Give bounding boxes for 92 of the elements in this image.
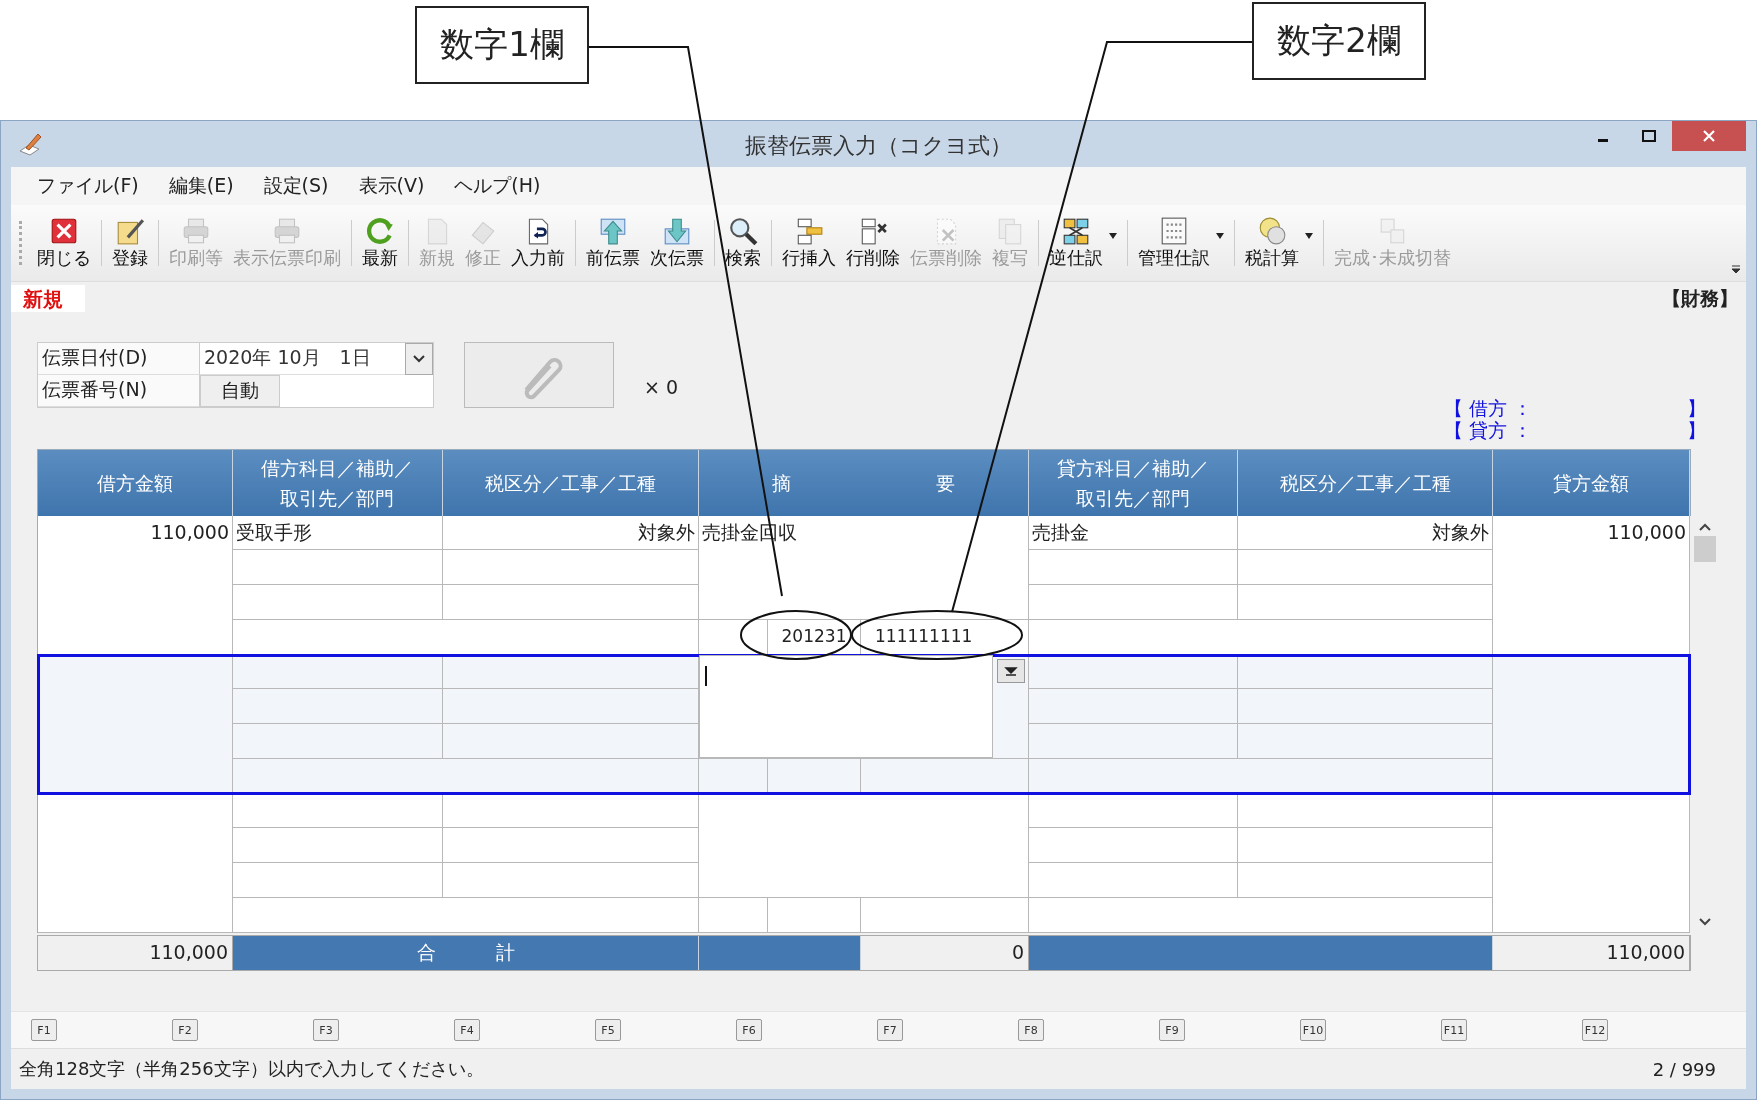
bracket: 】 (1687, 419, 1706, 441)
close-icon (1702, 129, 1716, 143)
column-header: 貸方科目／補助／取引先／部門 (1056, 456, 1210, 511)
page-counter: 2 / 999 (1652, 1058, 1716, 1080)
dropdown-button[interactable] (405, 343, 433, 375)
caret-icon[interactable] (1215, 232, 1225, 240)
mode-label: 新規 (11, 285, 85, 312)
callout-label: 数字1欄 (415, 6, 589, 84)
table-cell (699, 898, 768, 933)
function-key[interactable]: F8 (1018, 1019, 1044, 1042)
number-field[interactable]: 自動 (200, 375, 280, 407)
dropdown-icon (1003, 665, 1018, 677)
close-icon (49, 216, 79, 246)
toolbar-button[interactable]: 登録 (107, 214, 153, 272)
menu-item[interactable]: 編集(E) (158, 171, 244, 201)
scroll-up-icon[interactable] (1698, 522, 1712, 532)
function-key[interactable]: F9 (1159, 1019, 1185, 1042)
pencil-icon (17, 131, 43, 157)
menu-item[interactable]: ファイル(F) (27, 171, 149, 201)
column-header: 要 (936, 471, 956, 496)
scrollbar-thumb[interactable] (1694, 536, 1716, 562)
field-label: 伝票番号(N) (38, 375, 200, 407)
total-cell: 110,000 (1493, 936, 1690, 970)
menu-item[interactable]: 表示(V) (348, 171, 435, 201)
up-arrow-icon (598, 216, 628, 246)
column-header: 税区分／工事／工種 (485, 471, 656, 496)
function-key[interactable]: F11 (1441, 1019, 1467, 1042)
toolbar-button[interactable]: 管理仕訳 (1133, 214, 1215, 272)
toolbar-button[interactable]: 入力前 (506, 214, 570, 272)
total-label: 計 (495, 940, 515, 965)
swap-icon (1061, 216, 1091, 246)
callout-label: 数字2欄 (1252, 2, 1426, 80)
bracket: 【 (1444, 419, 1463, 441)
summary-field[interactable] (699, 655, 993, 758)
function-key[interactable]: F6 (736, 1019, 762, 1042)
table-cell: 売掛金 (1029, 516, 1238, 550)
coins-icon (1257, 216, 1287, 246)
column-header: 税区分／工事／工種 (1279, 471, 1451, 496)
minimize-icon (1598, 138, 1608, 142)
menu-item[interactable]: 設定(S) (253, 171, 339, 201)
attachment-count: × 0 (644, 376, 679, 400)
total-label: 合 (416, 940, 436, 965)
column-header: 借方科目／補助／取引先／部門 (260, 456, 415, 511)
table-cell: 対象外 (1238, 516, 1493, 550)
toolbar-button[interactable]: 閉じる (32, 214, 96, 272)
maximize-icon (1642, 130, 1656, 142)
toolbar-button[interactable]: 行削除 (841, 214, 905, 272)
text-cursor (705, 666, 707, 686)
journal-entry[interactable] (38, 655, 1690, 794)
column-header: 摘 (771, 471, 791, 496)
checklist-icon (1159, 216, 1189, 246)
toolbar-button[interactable]: 次伝票 (645, 214, 709, 272)
column-header: 借方金額 (97, 471, 173, 496)
toolbar-button[interactable]: 税計算 (1240, 214, 1304, 272)
bracket: 【 (1444, 397, 1463, 419)
table-cell: 対象外 (443, 516, 699, 550)
chevron-down-icon (412, 354, 426, 364)
toolbar-button[interactable]: 検索 (720, 214, 766, 272)
menu-item[interactable]: ヘルプ(H) (444, 171, 551, 201)
toolbar-button[interactable]: 前伝票 (581, 214, 645, 272)
overflow-icon[interactable] (1730, 263, 1742, 275)
notepad-pencil-icon (115, 216, 145, 246)
caret-icon[interactable] (1108, 232, 1118, 240)
window-title: 振替伝票入力（コクヨ式） (745, 133, 1012, 158)
function-key[interactable]: F7 (877, 1019, 903, 1042)
scroll-down-icon[interactable] (1698, 917, 1712, 927)
function-key[interactable]: F5 (595, 1019, 621, 1042)
printer-icon (272, 216, 302, 246)
caret-icon[interactable] (1304, 232, 1314, 240)
balance-label: 貸方 ： (1469, 419, 1533, 441)
division-label: 【財務】 (1662, 285, 1738, 311)
function-key[interactable]: F12 (1582, 1019, 1608, 1042)
function-key[interactable]: F10 (1300, 1019, 1326, 1042)
down-arrow-icon (662, 216, 692, 246)
column-header: 貸方金額 (1553, 471, 1629, 496)
field-label: 伝票日付(D) (38, 343, 200, 375)
function-key[interactable]: F1 (31, 1019, 57, 1042)
function-key[interactable]: F3 (313, 1019, 339, 1042)
refresh-icon (365, 216, 395, 246)
function-key[interactable]: F2 (172, 1019, 198, 1042)
dropdown-button[interactable] (996, 659, 1025, 683)
close-button[interactable] (1672, 121, 1746, 151)
status-message: 全角128文字（半角256文字）以内で入力してください。 (19, 1057, 484, 1081)
search-icon (728, 216, 758, 246)
printer-icon (181, 216, 211, 246)
table-cell: 受取手形 (233, 516, 443, 550)
toolbar-button[interactable]: 逆仕訳 (1044, 214, 1108, 272)
toolbar-button[interactable]: 行挿入 (777, 214, 841, 272)
balance-label: 借方 ： (1469, 397, 1533, 419)
function-key[interactable]: F4 (454, 1019, 480, 1042)
bracket: 】 (1687, 397, 1706, 419)
toolbar-button[interactable]: 最新 (357, 214, 403, 272)
